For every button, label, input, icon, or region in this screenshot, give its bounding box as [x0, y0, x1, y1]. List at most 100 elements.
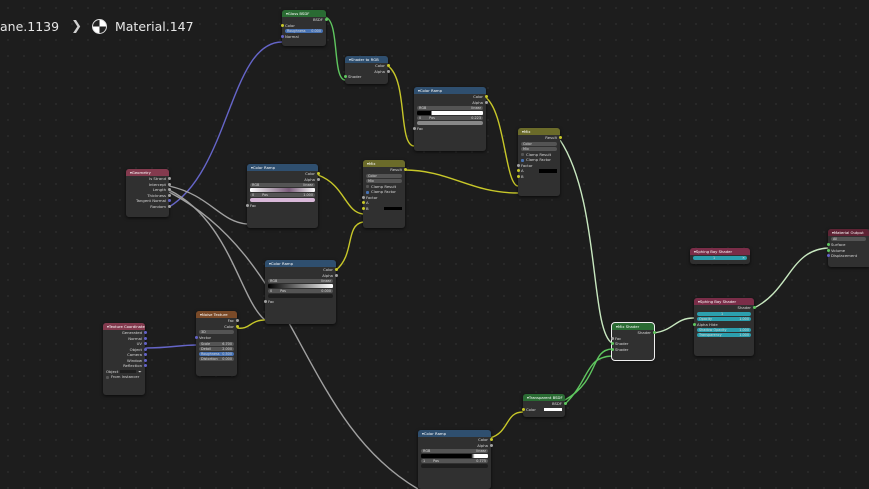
socket[interactable] [263, 300, 267, 304]
socket[interactable] [167, 193, 171, 197]
socket[interactable] [316, 172, 320, 176]
color-mode-select[interactable]: RGB [423, 449, 430, 453]
data-type-select[interactable]: Color [521, 141, 557, 146]
ramp-mode-row[interactable]: RGB linear [268, 279, 333, 283]
socket[interactable] [484, 95, 488, 99]
socket[interactable] [403, 168, 407, 172]
node-title[interactable]: Mix [363, 160, 405, 167]
color-mode-select[interactable]: RGB [419, 106, 426, 110]
socket[interactable] [563, 402, 567, 406]
node-title[interactable]: Color Ramp [247, 164, 318, 171]
node-title[interactable]: Transparent BSDF [523, 394, 565, 401]
interpolation-select[interactable]: linear [476, 449, 486, 453]
socket[interactable] [167, 204, 171, 208]
socket[interactable] [516, 174, 520, 178]
node-title[interactable]: Geometry [126, 169, 169, 176]
color-swatch[interactable] [544, 407, 562, 411]
socket[interactable] [143, 364, 147, 368]
target-select[interactable]: All [831, 237, 866, 241]
stop-position-field[interactable]: 1 Pos 0.775 [421, 459, 488, 463]
shadow-opacity-field[interactable]: Shadow Opacity 1.000 [697, 328, 751, 332]
socket[interactable] [167, 188, 171, 192]
stop-index[interactable]: 0 [270, 289, 272, 293]
socket[interactable] [610, 342, 614, 346]
blend-mode-select[interactable]: Mix [366, 178, 402, 183]
node-title[interactable]: Material Output [828, 229, 869, 236]
transparency-field[interactable]: Transparency 1.000 [697, 333, 751, 337]
object-picker[interactable] [120, 369, 137, 374]
eyedropper-icon[interactable]: ✒ [138, 369, 141, 374]
color-swatch[interactable] [384, 206, 402, 210]
interpolation-select[interactable]: linear [471, 106, 481, 110]
socket[interactable] [143, 353, 147, 357]
breadcrumb-object[interactable]: ane.1139 [0, 19, 59, 34]
socket[interactable] [143, 331, 147, 335]
color-mode-select[interactable]: RGB [252, 183, 259, 187]
dimensions-select[interactable]: 3D [199, 330, 234, 334]
socket[interactable] [752, 306, 756, 310]
node-title[interactable]: Shader to RGB [345, 56, 388, 63]
socket[interactable] [516, 169, 520, 173]
socket[interactable] [167, 182, 171, 186]
stop-position-field[interactable]: 0 Pos 1.000 [250, 193, 315, 197]
checkbox[interactable] [366, 190, 369, 194]
interpolation-select[interactable]: linear [321, 279, 331, 283]
socket[interactable] [361, 206, 365, 210]
ramp-mode-row[interactable]: RGB linear [417, 106, 483, 110]
socket[interactable] [826, 254, 830, 258]
color-ramp-node-2[interactable]: Color Ramp Color Alpha RGB linear 0 Pos 1.0… [245, 164, 320, 228]
ramp-mode-row[interactable]: RGB linear [250, 183, 315, 187]
socket[interactable] [610, 336, 614, 340]
color-ramp-node-3[interactable]: Color Ramp Color Alpha RGB linear 0 Pos 0.0… [263, 260, 338, 324]
socket[interactable] [558, 136, 562, 140]
data-type-select[interactable]: Color [366, 173, 402, 178]
socket[interactable] [235, 319, 239, 323]
roughness-field[interactable]: Roughness 0.000 [285, 29, 323, 33]
from-instancer-checkbox[interactable]: From Instancer [103, 374, 145, 380]
socket[interactable] [343, 75, 347, 79]
texture-coordinate-node[interactable]: Texture Coordinate Generated Normal UV O… [103, 323, 147, 395]
color-ramp-gradient[interactable] [417, 111, 483, 115]
color-ramp-node-4[interactable]: Color Ramp Color Alpha RGB linear 1 Pos 0.7… [418, 430, 493, 489]
socket[interactable] [280, 35, 284, 39]
socket[interactable] [167, 177, 171, 181]
node-title[interactable]: Mix [518, 128, 560, 135]
checkbox[interactable] [106, 375, 109, 379]
socket[interactable] [361, 195, 365, 199]
color-ramp-gradient[interactable] [268, 284, 333, 288]
socket[interactable] [324, 18, 328, 22]
node-title[interactable]: Sphing Bay Shader [694, 298, 754, 305]
mix-node-right[interactable]: Mix Result Color Mix Clamp Result Clamp … [516, 128, 562, 196]
opacity-field[interactable]: Opacity 1.000 [697, 316, 751, 321]
socket[interactable] [235, 324, 239, 328]
node-title[interactable]: Mix Shader [612, 323, 654, 330]
color-mode-select[interactable]: RGB [270, 279, 277, 283]
node-title[interactable]: Texture Coordinate [103, 323, 145, 330]
material-output-node[interactable]: Material Output All Surface Volume Displ… [826, 229, 869, 267]
socket[interactable] [143, 342, 147, 346]
socket[interactable] [334, 268, 338, 272]
socket[interactable] [610, 347, 614, 351]
checkbox[interactable] [521, 158, 524, 162]
socket[interactable] [521, 407, 525, 411]
checkbox[interactable] [521, 153, 524, 156]
group-node[interactable]: Sphing Bay Shader Shader 1 Opacity1.000 … [692, 298, 756, 356]
stop-index[interactable]: 1 [423, 459, 425, 463]
distortion-field[interactable]: Distortion 0.000 [199, 356, 234, 361]
socket[interactable] [386, 69, 390, 73]
mix-node-middle[interactable]: Mix Result Color Mix Clamp Result Clamp … [361, 160, 407, 228]
socket[interactable] [245, 204, 249, 208]
socket[interactable] [280, 23, 284, 27]
socket[interactable] [826, 243, 830, 247]
stop-color-swatch[interactable] [250, 198, 315, 202]
stop-index[interactable]: 0 [419, 116, 421, 120]
ramp-mode-row[interactable]: RGB linear [421, 449, 488, 453]
roughness-field[interactable]: Roughness 0.500 [199, 351, 234, 356]
stop-color-swatch[interactable] [268, 294, 333, 298]
socket[interactable] [334, 273, 338, 277]
stop-position-field[interactable]: 0 Pos 0.000 [268, 289, 333, 293]
detail-field[interactable]: Detail 2.000 [199, 346, 234, 351]
gloss-bsdf-node[interactable]: Gloss BSDF BSDF Color Roughness 0.000 Nor… [280, 10, 328, 46]
node-title[interactable]: Noise Texture [196, 311, 237, 318]
socket[interactable] [489, 443, 493, 447]
